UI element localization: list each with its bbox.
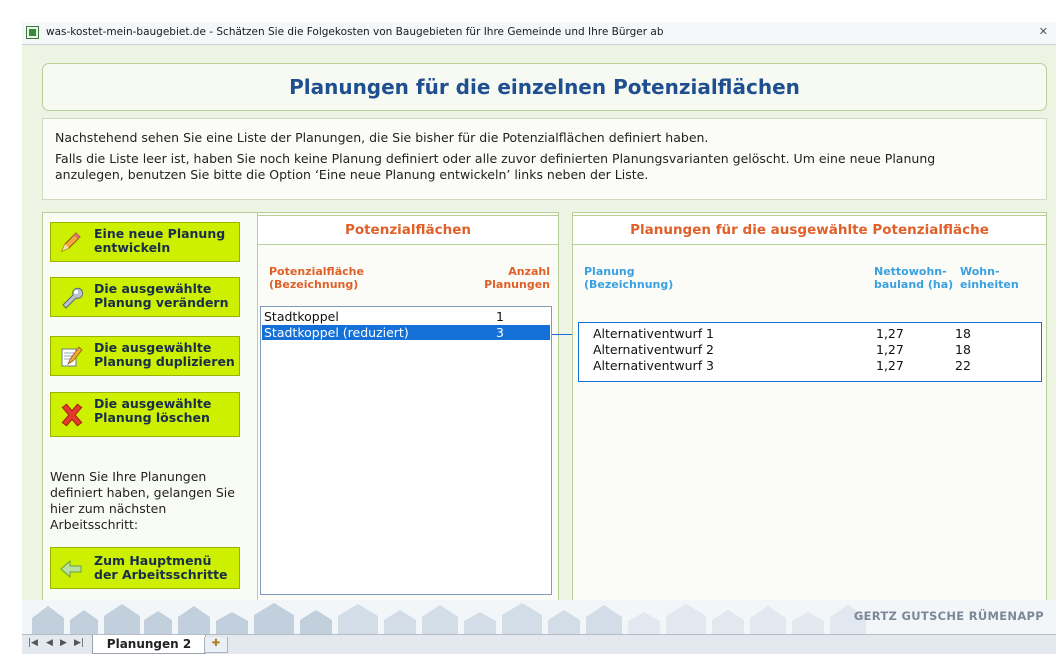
plan-units: 18 [955, 326, 971, 341]
new-plan-button[interactable]: Eine neue Planung entwickeln [50, 222, 240, 262]
list-item[interactable]: Alternativentwurf 1 1,27 18 [580, 326, 1040, 341]
col-header-potenzialflaeche: Potenzialfläche (Bezeichnung) [269, 265, 364, 291]
first-sheet-icon[interactable]: |◀ [28, 638, 38, 648]
footer-houses-strip: GERTZ GUTSCHE RÜMENAPP [22, 600, 1056, 634]
plan-units: 22 [955, 358, 971, 373]
title-bar: was-kostet-mein-baugebiet.de - Schätzen … [22, 22, 1056, 45]
duplicate-plan-button[interactable]: Die ausgewählte Planung duplizieren [50, 336, 240, 376]
col-header-nettowohnbauland: Nettowohn- bauland (ha) [874, 265, 954, 291]
list-item-name: Stadtkoppel (reduziert) [264, 325, 409, 340]
brand-logo-text: GERTZ GUTSCHE RÜMENAPP [853, 609, 1044, 623]
col-header-wohneinheiten: Wohn- einheiten [960, 265, 1019, 291]
list-item-name: Stadtkoppel [264, 309, 339, 324]
new-plan-label: Eine neue Planung entwickeln [94, 226, 226, 255]
app-window: was-kostet-mein-baugebiet.de - Schätzen … [22, 22, 1056, 654]
main-menu-label: Zum Hauptmenü der Arbeitsschritte [94, 553, 228, 582]
duplicate-icon [61, 346, 83, 367]
arrow-left-icon [60, 559, 82, 579]
page-title: Planungen für die einzelnen Potenzialflä… [289, 75, 800, 99]
delete-x-icon [61, 403, 83, 427]
plan-area: 1,27 [876, 326, 904, 341]
plan-name: Alternativentwurf 1 [593, 326, 715, 341]
potenzial-listbox[interactable]: Stadtkoppel 1 Stadtkoppel (reduziert) 3 [260, 306, 552, 595]
edit-plan-label: Die ausgewählte Planung verändern [94, 281, 229, 310]
window-title: was-kostet-mein-baugebiet.de - Schätzen … [46, 26, 664, 38]
list-item-selected[interactable]: Stadtkoppel (reduziert) 3 [262, 325, 550, 340]
col-header-planung: Planung (Bezeichnung) [584, 265, 674, 291]
intro-line-1: Nachstehend sehen Sie eine Liste der Pla… [55, 130, 709, 145]
sheet-tab-bar: |◀ ◀ ▶ ▶| Planungen 2 ✚ [22, 634, 1056, 654]
list-item[interactable]: Alternativentwurf 2 1,27 18 [580, 342, 1040, 357]
delete-plan-label: Die ausgewählte Planung löschen [94, 396, 212, 425]
plan-area: 1,27 [876, 358, 904, 373]
page-header: Planungen für die einzelnen Potenzialflä… [42, 63, 1047, 111]
excel-app-icon [26, 26, 39, 39]
plan-name: Alternativentwurf 2 [593, 342, 715, 357]
list-item-count: 3 [496, 325, 504, 340]
potenzial-heading: Potenzialflächen [257, 215, 559, 245]
intro-line-2: Falls die Liste leer ist, haben Sie noch… [55, 151, 936, 166]
last-sheet-icon[interactable]: ▶| [74, 638, 84, 648]
plan-area: 1,27 [876, 342, 904, 357]
planungen-heading: Planungen für die ausgewählte Potenzialf… [572, 215, 1047, 245]
pencil-icon [61, 232, 81, 252]
list-item[interactable]: Stadtkoppel 1 [262, 309, 550, 324]
intro-line-3: anzulegen, benutzen Sie bitte die Option… [55, 167, 649, 182]
main-menu-button[interactable]: Zum Hauptmenü der Arbeitsschritte [50, 547, 240, 589]
duplicate-plan-label: Die ausgewählte Planung duplizieren [94, 340, 235, 369]
intro-box: Nachstehend sehen Sie eine Liste der Pla… [42, 118, 1047, 200]
next-step-note: Wenn Sie Ihre Planungen definiert haben,… [50, 469, 235, 532]
new-sheet-icon[interactable]: ✚ [204, 637, 228, 653]
plan-units: 18 [955, 342, 971, 357]
list-item[interactable]: Alternativentwurf 3 1,27 22 [580, 358, 1040, 373]
sheet-tab-planungen-2[interactable]: Planungen 2 [92, 635, 206, 654]
list-item-count: 1 [496, 309, 504, 324]
col-header-anzahl: Anzahl Planungen [484, 265, 550, 291]
prev-sheet-icon[interactable]: ◀ [46, 638, 53, 648]
wrench-icon [62, 287, 83, 309]
delete-plan-button[interactable]: Die ausgewählte Planung löschen [50, 392, 240, 437]
plan-name: Alternativentwurf 3 [593, 358, 715, 373]
close-icon[interactable]: ✕ [1039, 25, 1048, 38]
edit-plan-button[interactable]: Die ausgewählte Planung verändern [50, 277, 240, 317]
planungen-listbox[interactable]: Alternativentwurf 1 1,27 18 Alternativen… [578, 322, 1042, 382]
next-sheet-icon[interactable]: ▶ [60, 638, 67, 648]
